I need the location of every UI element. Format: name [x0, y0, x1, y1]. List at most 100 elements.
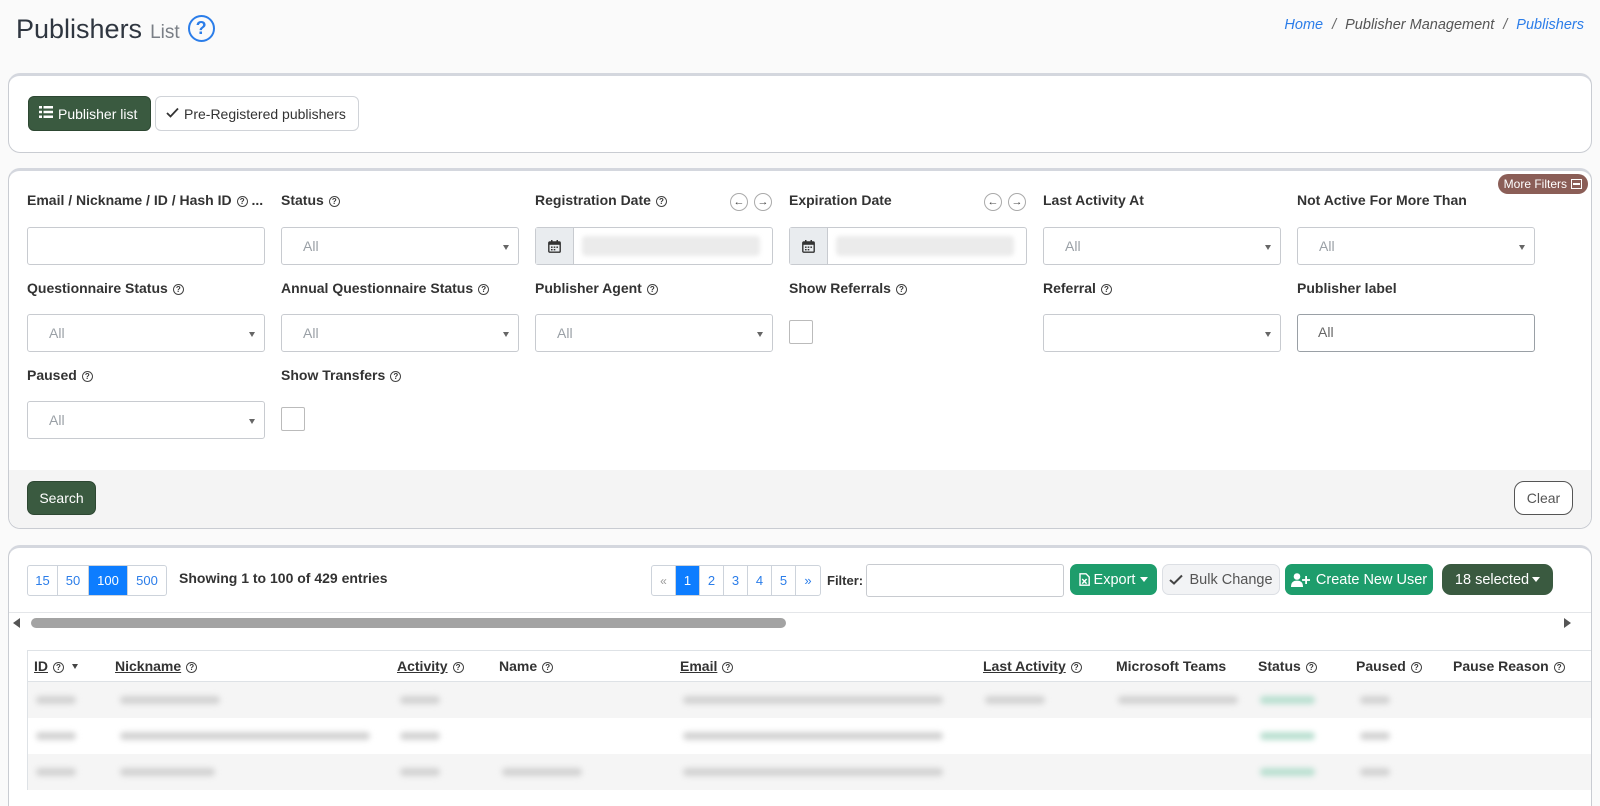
chevron-down-icon: [1265, 245, 1271, 250]
chevron-down-icon: [1265, 332, 1271, 337]
not-active-select[interactable]: All: [1297, 227, 1535, 265]
table-filter-input[interactable]: [866, 564, 1064, 597]
column-microsoft-teams[interactable]: Microsoft Teams: [1116, 658, 1226, 674]
annual-questionnaire-select[interactable]: All: [281, 314, 519, 352]
help-icon: ?: [895, 284, 907, 295]
arrow-left-icon[interactable]: ←: [984, 193, 1002, 211]
table-row[interactable]: [27, 718, 1591, 754]
chevron-down-icon: [503, 332, 509, 337]
referral-label: Referral?: [1043, 280, 1112, 296]
pager-page-3[interactable]: 3: [724, 566, 748, 595]
not-active-label: Not Active For More Than: [1297, 192, 1467, 208]
breadcrumb-current[interactable]: Publishers: [1516, 17, 1584, 33]
publisher-label-input[interactable]: All: [1297, 314, 1535, 352]
last-activity-label: Last Activity At: [1043, 192, 1144, 208]
pager-page-2[interactable]: 2: [700, 566, 724, 595]
chevron-down-icon: [757, 332, 763, 337]
help-icon: ?: [542, 662, 554, 673]
column-id[interactable]: ID?: [34, 658, 78, 674]
caret-down-icon: [1140, 577, 1149, 582]
chevron-down-icon: [1519, 245, 1525, 250]
status-filter-label: Status?: [281, 192, 340, 208]
entries-info: Showing 1 to 100 of 429 entries: [179, 570, 388, 586]
chevron-down-icon: [249, 332, 255, 337]
calendar-icon[interactable]: [790, 228, 828, 264]
table-row[interactable]: [27, 754, 1591, 790]
pager-page-5[interactable]: 5: [772, 566, 796, 595]
table-row[interactable]: [27, 682, 1591, 718]
create-new-user-button[interactable]: Create New User: [1285, 564, 1433, 595]
help-icon: ?: [478, 284, 490, 295]
scroll-left-icon[interactable]: [13, 618, 20, 628]
help-icon: ?: [328, 196, 340, 207]
scrollbar-thumb[interactable]: [31, 618, 786, 628]
column-nickname[interactable]: Nickname?: [115, 658, 198, 674]
page-size-15[interactable]: 15: [28, 566, 58, 595]
horizontal-scrollbar[interactable]: [9, 612, 1591, 632]
registration-date-input[interactable]: [535, 227, 773, 265]
publisher-agent-select[interactable]: All: [535, 314, 773, 352]
help-icon: ?: [452, 662, 464, 673]
last-activity-select[interactable]: All: [1043, 227, 1281, 265]
list-icon: [39, 106, 53, 121]
arrow-right-icon[interactable]: →: [1008, 193, 1026, 211]
show-transfers-checkbox[interactable]: [281, 407, 305, 431]
date-range-value: [836, 236, 1014, 256]
search-button[interactable]: Search: [27, 481, 96, 515]
help-icon: ?: [236, 196, 248, 207]
breadcrumb-home[interactable]: Home: [1284, 17, 1323, 33]
column-status[interactable]: Status?: [1258, 658, 1317, 674]
help-icon: ?: [53, 662, 64, 673]
more-filters-button[interactable]: More Filters: [1497, 174, 1588, 194]
export-button[interactable]: Export: [1070, 564, 1157, 595]
column-name[interactable]: Name?: [499, 658, 554, 674]
registration-date-label: Registration Date?: [535, 192, 667, 208]
column-paused[interactable]: Paused?: [1356, 658, 1422, 674]
help-icon: ?: [186, 662, 198, 673]
show-transfers-label: Show Transfers?: [281, 367, 402, 383]
page-size-500[interactable]: 500: [128, 566, 166, 595]
page-title: Publishers: [16, 14, 143, 44]
file-excel-icon: [1078, 573, 1090, 586]
column-email[interactable]: Email?: [680, 658, 734, 674]
question-circle-icon[interactable]: ?: [187, 15, 215, 42]
help-icon: ?: [722, 662, 734, 673]
pager-prev[interactable]: «: [652, 566, 676, 595]
expiration-date-label: Expiration Date: [789, 192, 892, 208]
sort-down-icon: [72, 664, 78, 669]
pager-page-1[interactable]: 1: [676, 566, 700, 595]
show-referrals-checkbox[interactable]: [789, 320, 813, 344]
user-plus-icon: [1290, 572, 1310, 587]
help-icon: ?: [655, 196, 667, 207]
bulk-change-button[interactable]: Bulk Change: [1162, 564, 1280, 595]
arrow-left-icon[interactable]: ←: [730, 193, 748, 211]
status-select[interactable]: All: [281, 227, 519, 265]
clear-button[interactable]: Clear: [1514, 481, 1573, 515]
scroll-right-icon[interactable]: [1564, 618, 1571, 628]
pager-page-4[interactable]: 4: [748, 566, 772, 595]
page: Publishers List ? Home / Publisher Managem…: [0, 0, 1600, 806]
arrow-right-icon[interactable]: →: [754, 193, 772, 211]
check-icon: [1169, 574, 1184, 585]
questionnaire-status-select[interactable]: All: [27, 314, 265, 352]
calendar-icon[interactable]: [536, 228, 574, 264]
column-pause-reason[interactable]: Pause Reason?: [1453, 658, 1565, 674]
check-icon: [166, 106, 179, 121]
email-filter-input[interactable]: [27, 227, 265, 265]
paused-select[interactable]: All: [27, 401, 265, 439]
page-size-100[interactable]: 100: [89, 566, 128, 595]
breadcrumb-section: Publisher Management: [1345, 17, 1495, 33]
tab-publisher-list[interactable]: Publisher list: [28, 96, 151, 131]
help-icon: ?: [1410, 662, 1422, 673]
tab-pre-registered[interactable]: Pre-Registered publishers: [155, 96, 359, 131]
paused-label: Paused?: [27, 367, 93, 383]
collapse-icon: [1571, 179, 1582, 189]
page-header: Publishers List ?: [16, 14, 215, 46]
column-last-activity[interactable]: Last Activity?: [983, 658, 1082, 674]
selected-count-button[interactable]: 18 selected: [1442, 564, 1553, 595]
expiration-date-input[interactable]: [789, 227, 1027, 265]
referral-select[interactable]: [1043, 314, 1281, 352]
pager-next[interactable]: »: [796, 566, 820, 595]
column-activity[interactable]: Activity?: [397, 658, 464, 674]
page-size-50[interactable]: 50: [58, 566, 89, 595]
